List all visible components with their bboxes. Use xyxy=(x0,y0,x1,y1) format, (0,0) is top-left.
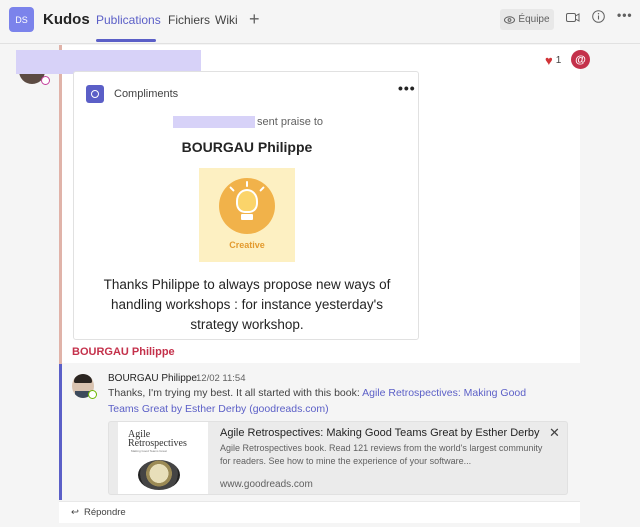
heart-icon: ♥ xyxy=(545,53,553,68)
eye-icon xyxy=(504,15,516,24)
team-button-label: Équipe xyxy=(518,14,550,25)
book-cover-thumbnail: Agile Retrospectives Making Good Teams G… xyxy=(118,422,208,494)
reply-accent-bar xyxy=(59,364,62,500)
medal-icon xyxy=(86,85,104,103)
sent-praise-text: sent praise to xyxy=(257,116,324,128)
reply-timestamp: 12/02 11:54 xyxy=(196,373,246,384)
team-button[interactable]: Équipe xyxy=(500,9,554,30)
tab-fichiers[interactable]: Fichiers xyxy=(168,13,210,27)
card-app-label: Compliments xyxy=(114,88,179,100)
reaction-summary[interactable]: ♥ 1 xyxy=(545,53,561,68)
active-tab-indicator xyxy=(96,39,156,42)
video-call-icon[interactable] xyxy=(566,10,580,26)
reaction-count: 1 xyxy=(555,55,562,66)
creative-badge: Creative xyxy=(199,168,295,262)
praise-card: Compliments ••• sent praise to BOURGAU P… xyxy=(73,71,419,340)
tab-publications[interactable]: Publications xyxy=(96,13,161,27)
reply-author-label: BOURGAU Philippe xyxy=(72,346,175,358)
lightbulb-icon xyxy=(219,178,275,234)
reply-button[interactable]: ↩ Répondre xyxy=(71,507,126,518)
mention-icon: @ xyxy=(571,50,590,69)
reply-author[interactable]: BOURGAU Philippe xyxy=(108,373,197,384)
reply-text: Thanks, I'm trying my best. It all start… xyxy=(108,386,548,417)
preview-url[interactable]: www.goodreads.com xyxy=(220,479,313,490)
book-cover-subtitle: Making Good Teams Great xyxy=(131,449,167,453)
more-options-icon[interactable]: ••• xyxy=(617,8,633,22)
team-avatar[interactable]: DS xyxy=(9,7,34,32)
reply-button-label: Répondre xyxy=(83,507,126,518)
praise-recipient: BOURGAU Philippe xyxy=(181,139,313,155)
compass-icon xyxy=(138,460,180,490)
team-name[interactable]: Kudos xyxy=(43,11,90,28)
info-icon[interactable] xyxy=(592,10,605,26)
tab-wiki[interactable]: Wiki xyxy=(215,13,238,27)
post-accent-bar xyxy=(59,45,62,365)
reply-bar: ↩ Répondre xyxy=(59,501,580,523)
badge-label: Creative xyxy=(229,240,265,250)
preview-description: Agile Retrospectives book. Read 121 revi… xyxy=(220,443,543,466)
plus-icon[interactable]: + xyxy=(249,9,260,30)
close-icon[interactable]: ✕ xyxy=(549,425,560,441)
reply-text-body: Thanks, I'm trying my best. It all start… xyxy=(108,387,363,399)
redacted-praise-sender xyxy=(173,116,255,128)
link-preview-card[interactable]: Agile Retrospectives Making Good Teams G… xyxy=(108,421,568,495)
reply-arrow-icon: ↩ xyxy=(71,507,79,518)
status-icon xyxy=(88,390,97,399)
preview-title[interactable]: Agile Retrospectives: Making Good Teams … xyxy=(220,427,540,439)
book-cover-title: Agile Retrospectives xyxy=(128,429,187,449)
status-icon xyxy=(41,76,50,85)
praise-message: Thanks Philippe to always propose new wa… xyxy=(103,277,391,332)
card-more-icon[interactable]: ••• xyxy=(398,80,416,96)
channel-header: DS Kudos Publications Fichiers Wiki + Éq… xyxy=(0,0,640,44)
